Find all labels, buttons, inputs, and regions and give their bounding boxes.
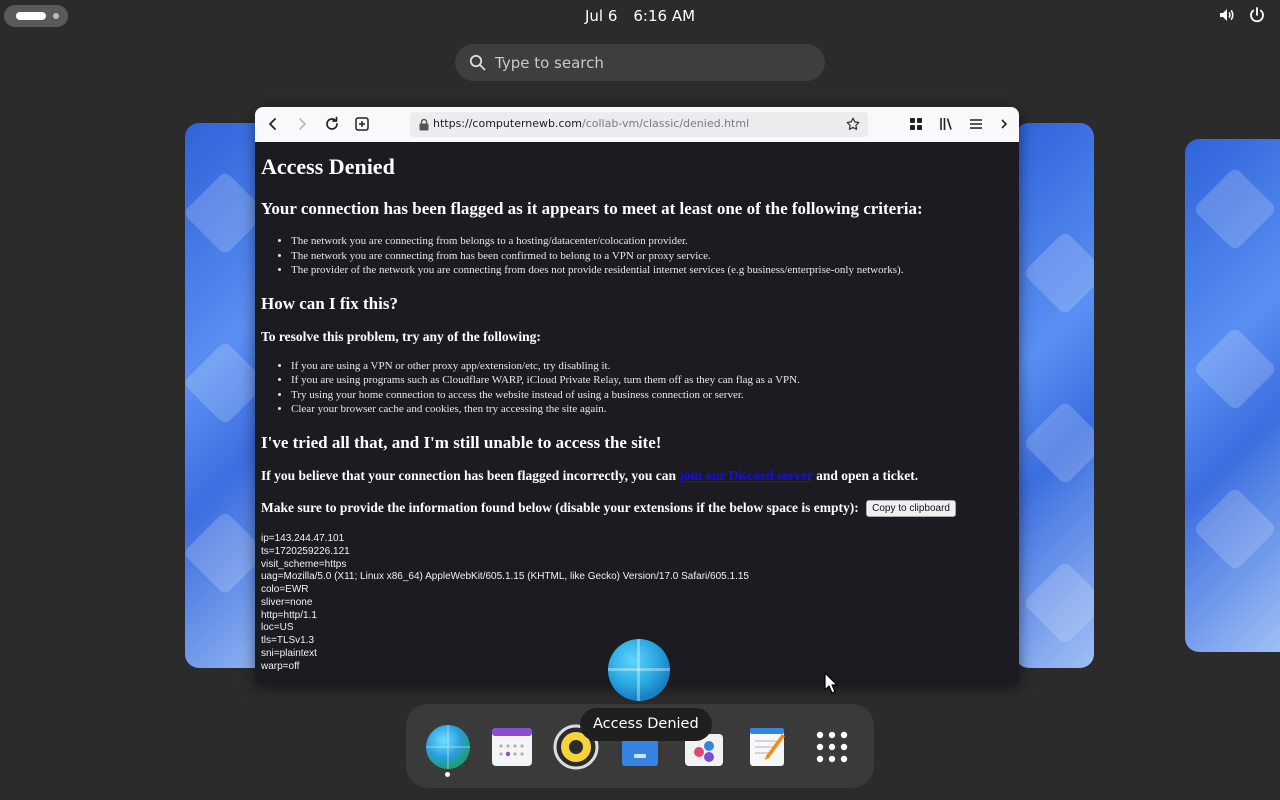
web-browser-icon[interactable] — [425, 724, 471, 770]
new-tab-icon[interactable] — [354, 116, 370, 132]
extensions-icon[interactable] — [908, 116, 924, 132]
running-indicator — [445, 772, 450, 777]
system-tray[interactable] — [1218, 6, 1266, 24]
browser-toolbar: https://computernewb.com/collab-vm/class… — [255, 107, 1019, 142]
clock-time: 6:16 AM — [633, 7, 696, 25]
page-content: Access Denied Your connection has been f… — [255, 142, 1019, 684]
text-editor-icon[interactable] — [745, 724, 791, 770]
library-icon[interactable] — [938, 116, 954, 132]
list-item: If you are using programs such as Cloudf… — [291, 373, 1013, 388]
lock-icon[interactable] — [418, 118, 430, 131]
trace-line: ts=1720259226.121 — [261, 545, 350, 557]
search-input[interactable] — [495, 50, 795, 75]
fix-heading: How can I fix this? — [261, 293, 398, 313]
list-item: Try using your home connection to access… — [291, 388, 1013, 403]
back-icon[interactable] — [265, 116, 281, 132]
list-item: If you are using a VPN or other proxy ap… — [291, 359, 1013, 374]
dock-tooltip: Access Denied — [580, 708, 712, 741]
browser-window[interactable]: https://computernewb.com/collab-vm/class… — [255, 107, 1019, 684]
url-text[interactable]: https://computernewb.com/collab-vm/class… — [433, 117, 749, 130]
provide-info-paragraph: Make sure to provide the information fou… — [261, 500, 1013, 517]
provide-info-text: Make sure to provide the information fou… — [261, 499, 859, 515]
trace-line: visit_scheme=https — [261, 558, 347, 570]
workspace-thumbnail-right-edge[interactable] — [1015, 123, 1094, 668]
trace-line: loc=US — [261, 622, 294, 634]
top-bar: Jul 6 6:16 AM — [0, 0, 1280, 32]
show-apps-icon[interactable] — [809, 724, 855, 770]
trace-line: http=http/1.1 — [261, 609, 317, 621]
reload-icon[interactable] — [324, 116, 340, 132]
wallpaper-tile — [1192, 486, 1278, 572]
mouse-cursor-icon — [824, 672, 838, 694]
clock-date: Jul 6 — [584, 7, 618, 25]
trace-line: uag=Mozilla/5.0 (X11; Linux x86_64) Appl… — [261, 571, 749, 583]
overflow-chevron-icon[interactable] — [999, 116, 1009, 132]
clock[interactable]: Jul 6 6:16 AM — [0, 7, 1280, 25]
wallpaper-tile — [1022, 560, 1094, 646]
fixes-list: If you are using a VPN or other proxy ap… — [291, 359, 1013, 417]
calendar-icon[interactable] — [489, 724, 535, 770]
tried-heading: I've tried all that, and I'm still unabl… — [261, 432, 662, 452]
trace-line: ip=143.244.47.101 — [261, 532, 345, 544]
incorrect-flag-paragraph: If you believe that your connection has … — [261, 468, 1013, 484]
bookmark-star-icon[interactable] — [846, 117, 860, 131]
flagged-heading: Your connection has been flagged as it a… — [261, 199, 923, 218]
resolve-heading: To resolve this problem, try any of the … — [261, 328, 541, 344]
wallpaper-tile — [1022, 400, 1094, 486]
url-host: https://computernewb.com — [433, 117, 582, 130]
url-path: /collab-vm/classic/denied.html — [582, 117, 750, 130]
menu-icon[interactable] — [968, 116, 984, 132]
wallpaper-tile — [1022, 230, 1094, 316]
url-bar[interactable]: https://computernewb.com/collab-vm/class… — [410, 112, 868, 137]
power-icon[interactable] — [1248, 6, 1266, 24]
wallpaper-tile — [1192, 326, 1278, 412]
volume-icon[interactable] — [1218, 6, 1236, 24]
search-icon — [469, 54, 486, 71]
list-item: The network you are connecting from has … — [291, 249, 1013, 264]
incorrect-suffix: and open a ticket. — [816, 467, 919, 483]
trace-line: colo=EWR — [261, 584, 309, 596]
search-bar[interactable] — [455, 44, 825, 81]
copy-to-clipboard-button[interactable]: Copy to clipboard — [866, 499, 956, 517]
list-item: The provider of the network you are conn… — [291, 263, 1013, 278]
wallpaper-tile — [1192, 166, 1278, 252]
list-item: Clear your browser cache and cookies, th… — [291, 402, 1013, 417]
workspace-thumbnail-next[interactable] — [1185, 139, 1280, 652]
discord-link[interactable]: join our Discord server — [679, 468, 812, 483]
criteria-list: The network you are connecting from belo… — [291, 234, 1013, 278]
trace-line: sliver=none — [261, 596, 313, 608]
web-browser-launch-icon[interactable] — [608, 639, 670, 701]
incorrect-prefix: If you believe that your connection has … — [261, 467, 676, 483]
forward-icon[interactable] — [294, 116, 310, 132]
page-title: Access Denied — [261, 154, 395, 179]
list-item: The network you are connecting from belo… — [291, 234, 1013, 249]
